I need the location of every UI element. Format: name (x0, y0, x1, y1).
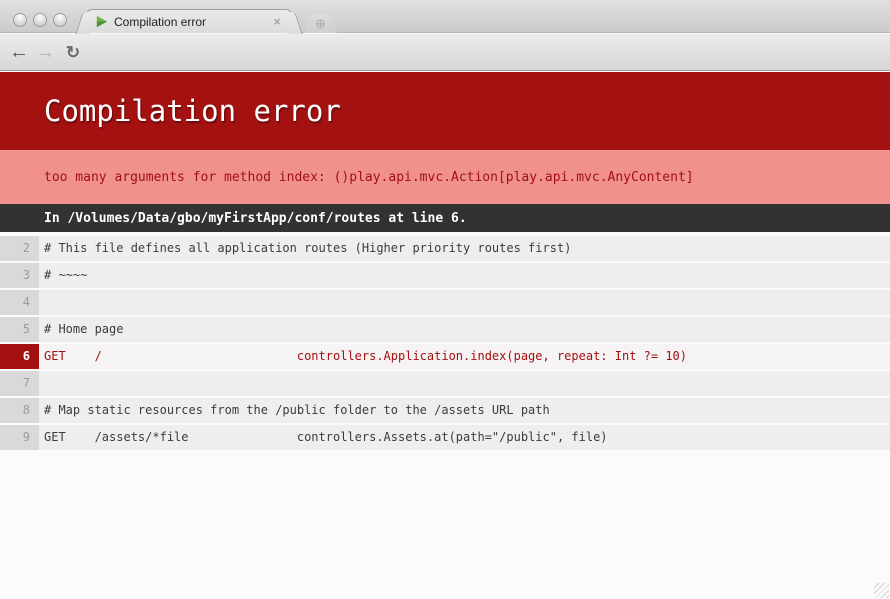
error-message-bar: too many arguments for method index: ()p… (0, 150, 890, 204)
line-number: 2 (0, 236, 39, 261)
tab-compilation-error[interactable]: Compilation error × (86, 9, 292, 33)
browser-window: Compilation error × ⊕ ← → ↻ localhost:90… (0, 0, 890, 599)
error-location-bar: In /Volumes/Data/gbo/myFirstApp/conf/rou… (0, 204, 890, 232)
line-number: 6 (0, 344, 39, 369)
back-arrow-icon: ← (9, 41, 29, 64)
code-line: 9 GET /assets/*file controllers.Assets.a… (0, 425, 890, 450)
window-resize-grip[interactable] (874, 583, 889, 598)
back-button[interactable]: ← (6, 34, 32, 71)
forward-button[interactable]: → (32, 34, 58, 71)
line-number: 5 (0, 317, 39, 342)
window-close-button[interactable] (13, 13, 27, 27)
new-tab-button[interactable]: ⊕ (304, 14, 337, 33)
tab-title: Compilation error (114, 15, 271, 29)
line-number: 8 (0, 398, 39, 423)
line-number: 4 (0, 290, 39, 315)
line-content: # ~~~~ (39, 263, 890, 288)
navigation-toolbar: ← → ↻ localhost:9000 ☆ ↑ (0, 34, 890, 71)
code-line: 7 (0, 371, 890, 396)
line-content (39, 371, 890, 396)
play-framework-favicon-icon (95, 15, 108, 28)
code-line: 5 # Home page (0, 317, 890, 342)
line-content: # This file defines all application rout… (39, 236, 890, 261)
window-zoom-button[interactable] (53, 13, 67, 27)
line-content: GET / controllers.Application.index(page… (39, 344, 890, 369)
source-code-listing: 2 # This file defines all application ro… (0, 236, 890, 450)
line-number: 9 (0, 425, 39, 450)
tab-close-icon[interactable]: × (271, 15, 283, 28)
code-line: 2 # This file defines all application ro… (0, 236, 890, 261)
window-minimize-button[interactable] (33, 13, 47, 27)
forward-arrow-icon: → (35, 41, 55, 64)
error-message: too many arguments for method index: ()p… (44, 170, 694, 185)
reload-icon: ↻ (66, 43, 80, 63)
code-line: 3 # ~~~~ (0, 263, 890, 288)
reload-button[interactable]: ↻ (60, 34, 86, 71)
line-content: # Map static resources from the /public … (39, 398, 890, 423)
code-line: 8 # Map static resources from the /publi… (0, 398, 890, 423)
error-page: Compilation error too many arguments for… (0, 72, 890, 599)
page-title: Compilation error (44, 94, 341, 128)
error-location: In /Volumes/Data/gbo/myFirstApp/conf/rou… (44, 211, 467, 226)
new-tab-plus-icon: ⊕ (315, 16, 326, 32)
line-content: # Home page (39, 317, 890, 342)
error-header: Compilation error (0, 72, 890, 150)
code-line: 4 (0, 290, 890, 315)
line-content: GET /assets/*file controllers.Assets.at(… (39, 425, 890, 450)
line-number: 7 (0, 371, 39, 396)
code-line-marked: 6 GET / controllers.Application.index(pa… (0, 344, 890, 369)
tab-strip: Compilation error × ⊕ (0, 0, 890, 33)
line-number: 3 (0, 263, 39, 288)
line-content (39, 290, 890, 315)
